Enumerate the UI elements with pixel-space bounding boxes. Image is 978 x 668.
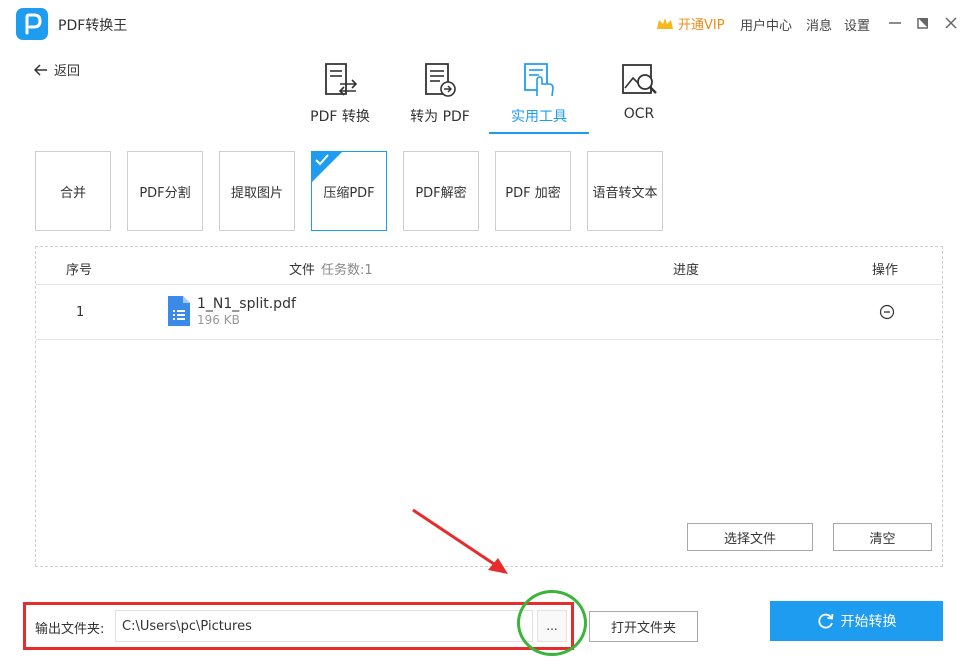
remove-circle-icon[interactable] [879,304,895,320]
tool-speech-to-text[interactable]: 语音转文本 [587,151,663,231]
pdf-convert-icon [325,63,358,96]
vip-label: 开通VIP [678,18,725,33]
file-list-panel: 序号 文件 任务数:1 进度 操作 1 1_N1_split.pdf 196 KB… [35,246,943,567]
start-convert-button[interactable]: 开始转换 [770,601,943,641]
messages-link[interactable]: 消息 [806,15,832,34]
tool-label: 压缩PDF [323,185,375,201]
tab-label: 转为 PDF [410,109,470,125]
app-title: PDF转换王 [58,18,128,34]
tool-extract-images[interactable]: 提取图片 [219,151,295,231]
tool-pdf-encrypt[interactable]: PDF 加密 [495,151,571,231]
settings-link[interactable]: 设置 [844,15,870,34]
tool-compress-pdf[interactable]: 压缩PDF [311,151,387,231]
open-folder-button[interactable]: 打开文件夹 [589,611,698,642]
tools-icon [524,63,554,97]
tool-pdf-split[interactable]: PDF分割 [127,151,203,231]
file-name: 1_N1_split.pdf [197,296,296,312]
tab-pdf-convert[interactable]: PDF 转换 [290,58,390,134]
tool-merge[interactable]: 合并 [35,151,111,231]
document-icon [168,296,190,326]
col-action-header: 操作 [872,263,899,278]
row-index: 1 [76,305,85,320]
browse-button[interactable]: ... [537,610,567,642]
tool-label: 提取图片 [230,185,283,201]
close-icon[interactable] [942,14,960,32]
checkmark-icon [315,154,329,166]
table-row: 1 1_N1_split.pdf 196 KB [36,285,942,340]
output-path-input[interactable] [115,610,533,642]
start-label: 开始转换 [840,614,897,630]
tool-label: PDF 加密 [505,185,561,201]
tool-pdf-decrypt[interactable]: PDF解密 [403,151,479,231]
user-center-link[interactable]: 用户中心 [740,15,792,34]
app-logo-icon [16,8,48,40]
tool-label: PDF分割 [139,185,191,201]
refresh-icon [817,613,833,629]
file-size: 196 KB [197,313,240,327]
title-bar: PDF转换王 开通VIP 用户中心 消息 设置 [0,0,978,46]
to-pdf-icon [425,63,456,97]
tab-label: OCR [623,106,655,122]
clear-button[interactable]: 清空 [833,523,932,551]
tool-label: 合并 [59,185,86,201]
vip-button[interactable]: 开通VIP [656,14,725,33]
restore-icon[interactable] [914,14,932,32]
col-progress-header: 进度 [673,263,700,278]
table-header: 序号 文件 任务数:1 进度 操作 [36,247,942,285]
tool-label: PDF解密 [415,185,467,201]
crown-icon [657,17,673,29]
col-file-label: 文件 [289,263,316,278]
tab-ocr[interactable]: OCR [589,58,689,134]
output-label: 输出文件夹: [35,622,105,637]
tab-label: 实用工具 [511,109,567,125]
back-button[interactable]: 返回 [34,60,80,79]
ocr-icon [622,64,657,94]
col-index-header: 序号 [66,263,93,278]
tool-label: 语音转文本 [592,185,658,201]
task-count: 任务数:1 [321,263,373,278]
select-files-button[interactable]: 选择文件 [687,523,813,551]
minimize-icon[interactable] [886,14,904,32]
tab-tools[interactable]: 实用工具 [489,58,589,134]
col-file-header: 文件 任务数:1 [289,259,373,278]
tab-to-pdf[interactable]: 转为 PDF [390,58,490,134]
back-label: 返回 [54,64,81,79]
tab-label: PDF 转换 [310,109,370,125]
arrow-left-icon [34,63,47,76]
